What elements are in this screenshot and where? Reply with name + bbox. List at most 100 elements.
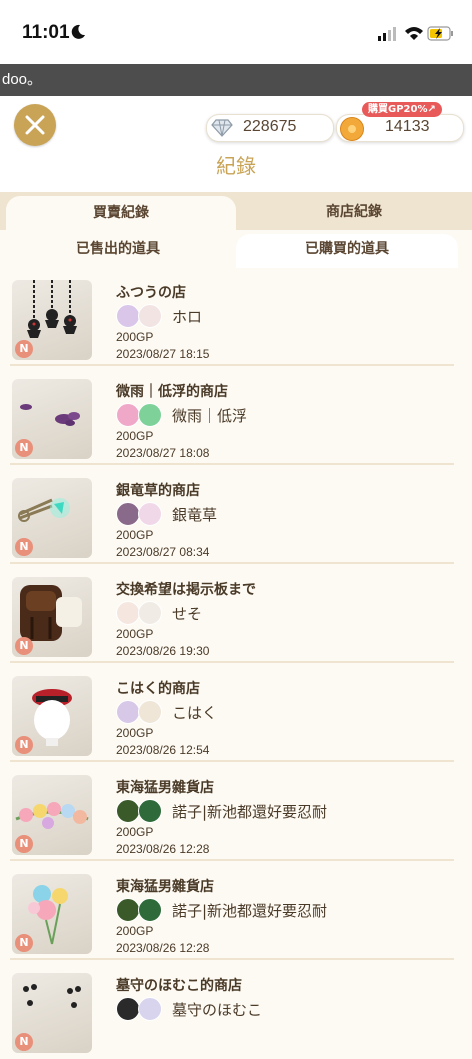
tab-purchased-items[interactable]: 已購買的道具 — [236, 234, 458, 268]
divider — [10, 859, 454, 861]
shop-name: 東海猛男雜貨店 — [116, 879, 214, 895]
item-thumbnail: N — [12, 280, 92, 360]
avatar — [116, 799, 140, 823]
avatar — [138, 304, 162, 328]
avatar — [116, 700, 140, 724]
gem-balance: 228675 — [206, 114, 334, 142]
purchase-date: 2023/08/26 12:28 — [116, 941, 210, 955]
list-item[interactable]: N 東海猛男雜貨店 諾子|新池都還好要忍耐 200GP 2023/08/26 1… — [0, 763, 472, 861]
owner-avatars — [116, 799, 164, 823]
divider — [10, 364, 454, 366]
owner-avatars — [116, 898, 164, 922]
coin-icon — [340, 117, 364, 141]
header: 228675 14133 購買GP20%↗ 紀錄 — [0, 96, 472, 192]
avatar — [138, 502, 162, 526]
avatar — [116, 403, 140, 427]
diamond-icon — [211, 119, 233, 137]
owner-name: 微雨｜低浮 — [172, 407, 248, 425]
rank-badge: N — [15, 637, 33, 655]
list-item[interactable]: N 東海猛男雜貨店 諾子|新池都還好要忍耐 200GP 2023/08/26 1… — [0, 862, 472, 960]
gem-count: 228675 — [243, 118, 297, 135]
avatar — [138, 403, 162, 427]
avatar — [138, 898, 162, 922]
page-title: 紀錄 — [216, 154, 256, 178]
item-thumbnail: N — [12, 676, 92, 756]
item-thumbnail: N — [12, 379, 92, 459]
avatar — [116, 304, 140, 328]
close-button[interactable] — [14, 104, 56, 146]
tab-sold-items[interactable]: 已售出的道具 — [0, 232, 236, 266]
avatar — [138, 700, 162, 724]
avatar — [138, 799, 162, 823]
shop-name: 交換希望は掲示板まで — [116, 582, 256, 598]
item-thumbnail: N — [12, 577, 92, 657]
shop-name: ふつうの店 — [116, 285, 186, 301]
owner-avatars — [116, 304, 164, 328]
owner-name: 墓守のほむこ — [172, 1001, 263, 1019]
item-thumbnail: N — [12, 775, 92, 855]
rank-badge: N — [15, 538, 33, 556]
rank-badge: N — [15, 934, 33, 952]
rank-badge: N — [15, 340, 33, 358]
purchase-date: 2023/08/27 18:08 — [116, 446, 210, 460]
price: 200GP — [116, 528, 154, 542]
status-icons — [378, 26, 453, 41]
price: 200GP — [116, 429, 154, 443]
rank-badge: N — [15, 439, 33, 457]
avatar — [116, 601, 140, 625]
price: 200GP — [116, 726, 154, 740]
owner-avatars — [116, 403, 164, 427]
purchase-date: 2023/08/26 19:30 — [116, 644, 210, 658]
owner-name: せそ — [172, 605, 203, 623]
shop-name: こはく的商店 — [116, 681, 200, 697]
owner-name: 銀竜草 — [172, 506, 218, 524]
divider — [10, 760, 454, 762]
divider — [10, 463, 454, 465]
item-thumbnail: N — [12, 478, 92, 558]
avatar — [116, 898, 140, 922]
coin-count: 14133 — [385, 118, 430, 135]
coin-balance: 14133 — [336, 114, 464, 142]
tab-shop-records[interactable]: 商店紀錄 — [236, 192, 472, 230]
rank-badge: N — [15, 835, 33, 853]
list-item[interactable]: N 銀竜草的商店 銀竜草 200GP 2023/08/27 08:34 — [0, 466, 472, 564]
owner-name: ホロ — [172, 308, 203, 326]
shop-name: 墓守のほむこ的商店 — [116, 978, 242, 994]
shop-name: 微雨｜低浮的商店 — [116, 384, 228, 400]
rank-badge: N — [15, 736, 33, 754]
purchase-date: 2023/08/27 08:34 — [116, 545, 210, 559]
announcement-marquee: doo。 — [0, 64, 472, 96]
owner-name: 諾子|新池都還好要忍耐 — [172, 803, 328, 821]
purchase-date: 2023/08/27 18:15 — [116, 347, 210, 361]
owner-avatars — [116, 997, 164, 1021]
list-item[interactable]: N 交換希望は掲示板まで せそ 200GP 2023/08/26 19:30 — [0, 565, 472, 663]
owner-avatars — [116, 601, 164, 625]
list-item[interactable]: N 墓守のほむこ的商店 墓守のほむこ — [0, 961, 472, 1059]
list-item[interactable]: N こはく的商店 こはく 200GP 2023/08/26 12:54 — [0, 664, 472, 762]
status-time: 11:01 — [22, 22, 70, 43]
owner-name: 諾子|新池都還好要忍耐 — [172, 902, 328, 920]
owner-avatars — [116, 700, 164, 724]
tab-trade-records[interactable]: 買賣紀錄 — [6, 196, 236, 234]
list-item[interactable]: N 微雨｜低浮的商店 微雨｜低浮 200GP 2023/08/27 18:08 — [0, 367, 472, 465]
divider — [10, 562, 454, 564]
gp-bonus-badge: 購買GP20%↗ — [362, 102, 442, 117]
avatar — [138, 997, 162, 1021]
price: 200GP — [116, 924, 154, 938]
divider — [10, 661, 454, 663]
signal-icon — [378, 27, 396, 41]
avatar — [116, 502, 140, 526]
status-bar: 11:01 — [0, 0, 472, 64]
list-item[interactable]: N ふつうの店 ホロ 200GP 2023/08/27 18:15 — [0, 268, 472, 366]
owner-name: こはく — [172, 704, 218, 722]
price: 200GP — [116, 627, 154, 641]
close-icon — [25, 115, 45, 135]
divider — [10, 958, 454, 960]
avatar — [116, 997, 140, 1021]
purchase-date: 2023/08/26 12:28 — [116, 842, 210, 856]
avatar — [138, 601, 162, 625]
rank-badge: N — [15, 1033, 33, 1051]
purchase-date: 2023/08/26 12:54 — [116, 743, 210, 757]
wifi-icon — [405, 27, 423, 40]
price: 200GP — [116, 330, 154, 344]
